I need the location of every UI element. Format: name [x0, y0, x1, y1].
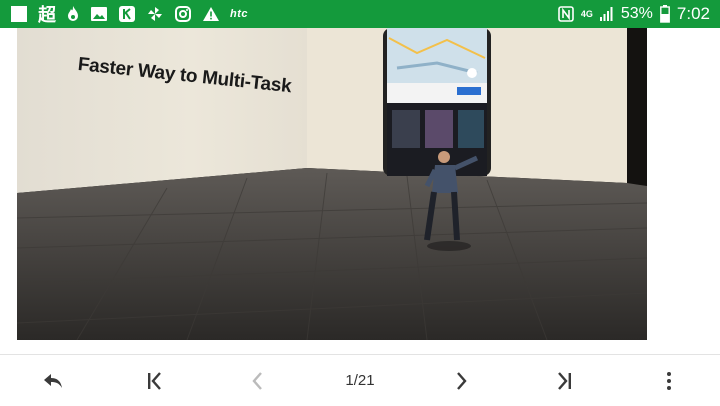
image-notification-icon	[90, 4, 108, 24]
last-page-icon	[558, 372, 571, 390]
prev-icon	[252, 372, 262, 390]
instagram-notification-icon	[174, 4, 192, 24]
next-page-button[interactable]	[447, 367, 477, 395]
battery-percent: 53%	[620, 5, 653, 22]
first-page-icon	[148, 372, 161, 390]
more-options-button[interactable]	[654, 367, 684, 395]
left-screen	[17, 28, 307, 193]
first-page-button[interactable]	[139, 367, 169, 395]
reply-icon	[44, 374, 62, 388]
last-page-button[interactable]	[550, 367, 580, 395]
flame-notification-icon	[66, 4, 80, 24]
bottom-navigation-bar: 1/21	[0, 354, 720, 406]
clock: 7:02	[676, 4, 710, 23]
page-counter: 1/21	[345, 372, 375, 389]
pinwheel-notification-icon	[146, 4, 164, 24]
network-type-label: 4G	[580, 8, 593, 19]
signal-icon	[599, 4, 614, 24]
warning-notification-icon	[202, 4, 220, 24]
blank-notification-icon	[10, 4, 28, 24]
htc-logo-icon: htc	[230, 8, 248, 20]
status-bar: 超 htc 4G 53% 7:02	[0, 0, 720, 28]
next-icon	[457, 372, 467, 390]
kanji-notification-icon: 超	[38, 5, 56, 25]
stage-floor	[17, 168, 647, 340]
nfc-icon	[558, 4, 574, 24]
k-app-notification-icon	[118, 4, 136, 24]
reply-button[interactable]	[38, 367, 68, 395]
phone-screen-graphic	[383, 28, 491, 176]
network-type-icon: 4G	[581, 4, 593, 24]
previous-page-button[interactable]	[242, 367, 272, 395]
slide-photo: Faster Way to Multi-Task	[17, 28, 647, 340]
battery-icon	[660, 4, 670, 24]
more-icon	[667, 372, 671, 390]
